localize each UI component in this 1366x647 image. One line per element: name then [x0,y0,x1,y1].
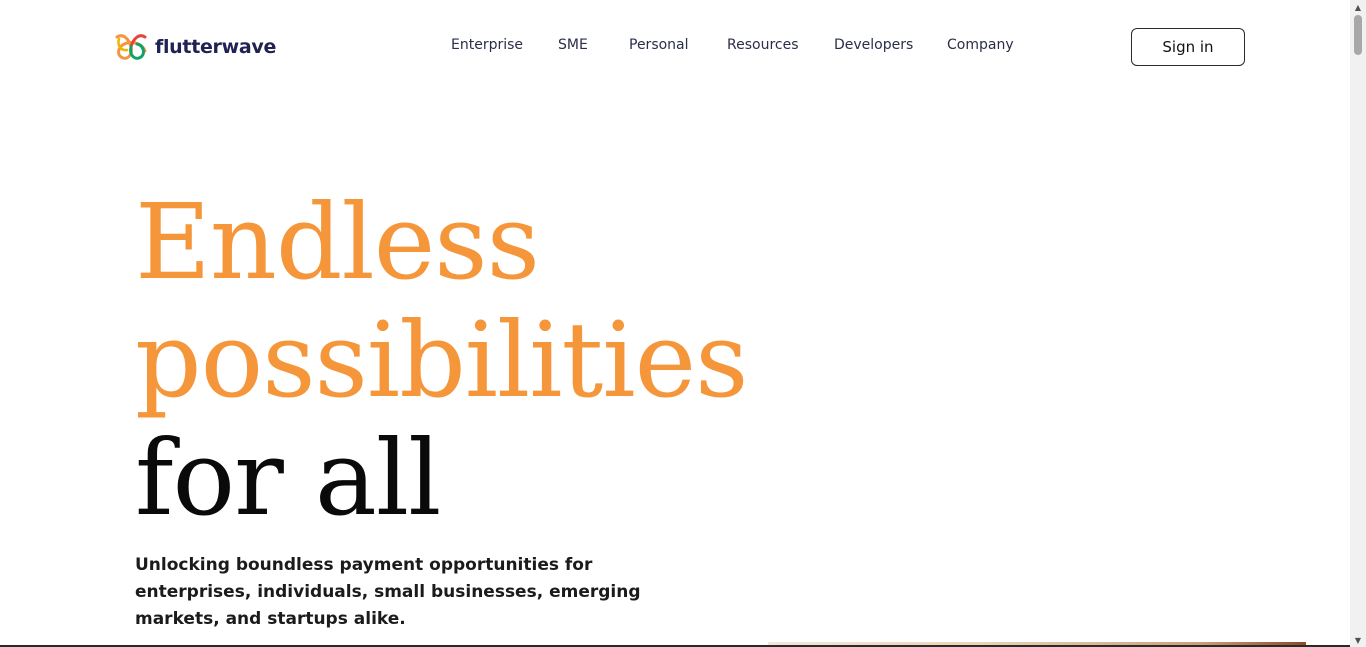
hero-title-line-1: Endless [135,181,540,303]
browser-viewport: flutterwave Enterprise SME Personal Reso… [0,0,1366,647]
flutterwave-logo-icon [115,34,147,60]
hero-title-line-2: possibilities [135,299,749,421]
vertical-scrollbar[interactable]: ▲ ▼ [1350,0,1366,647]
sign-in-button[interactable]: Sign in [1131,28,1245,66]
brand-logo-link[interactable]: flutterwave [113,31,276,63]
brand-name: flutterwave [155,36,277,58]
page: flutterwave Enterprise SME Personal Reso… [0,0,1350,647]
nav-item-developers[interactable]: Developers [834,36,913,54]
site-header: flutterwave Enterprise SME Personal Reso… [0,0,1350,92]
triangle-up-icon[interactable]: ▲ [1350,0,1366,14]
nav-item-resources[interactable]: Resources [727,36,799,54]
nav-item-company[interactable]: Company [947,36,1014,54]
hero-title: Endless possibilities for all [135,181,749,539]
triangle-down-icon[interactable]: ▼ [1350,633,1366,647]
scrollbar-thumb[interactable] [1354,15,1362,55]
nav-item-sme[interactable]: SME [558,36,588,54]
hero-subtitle: Unlocking boundless payment opportunitie… [135,555,641,629]
nav-item-enterprise[interactable]: Enterprise [451,36,523,54]
hero-title-line-3: for all [135,417,441,539]
nav-item-personal[interactable]: Personal [629,36,689,54]
